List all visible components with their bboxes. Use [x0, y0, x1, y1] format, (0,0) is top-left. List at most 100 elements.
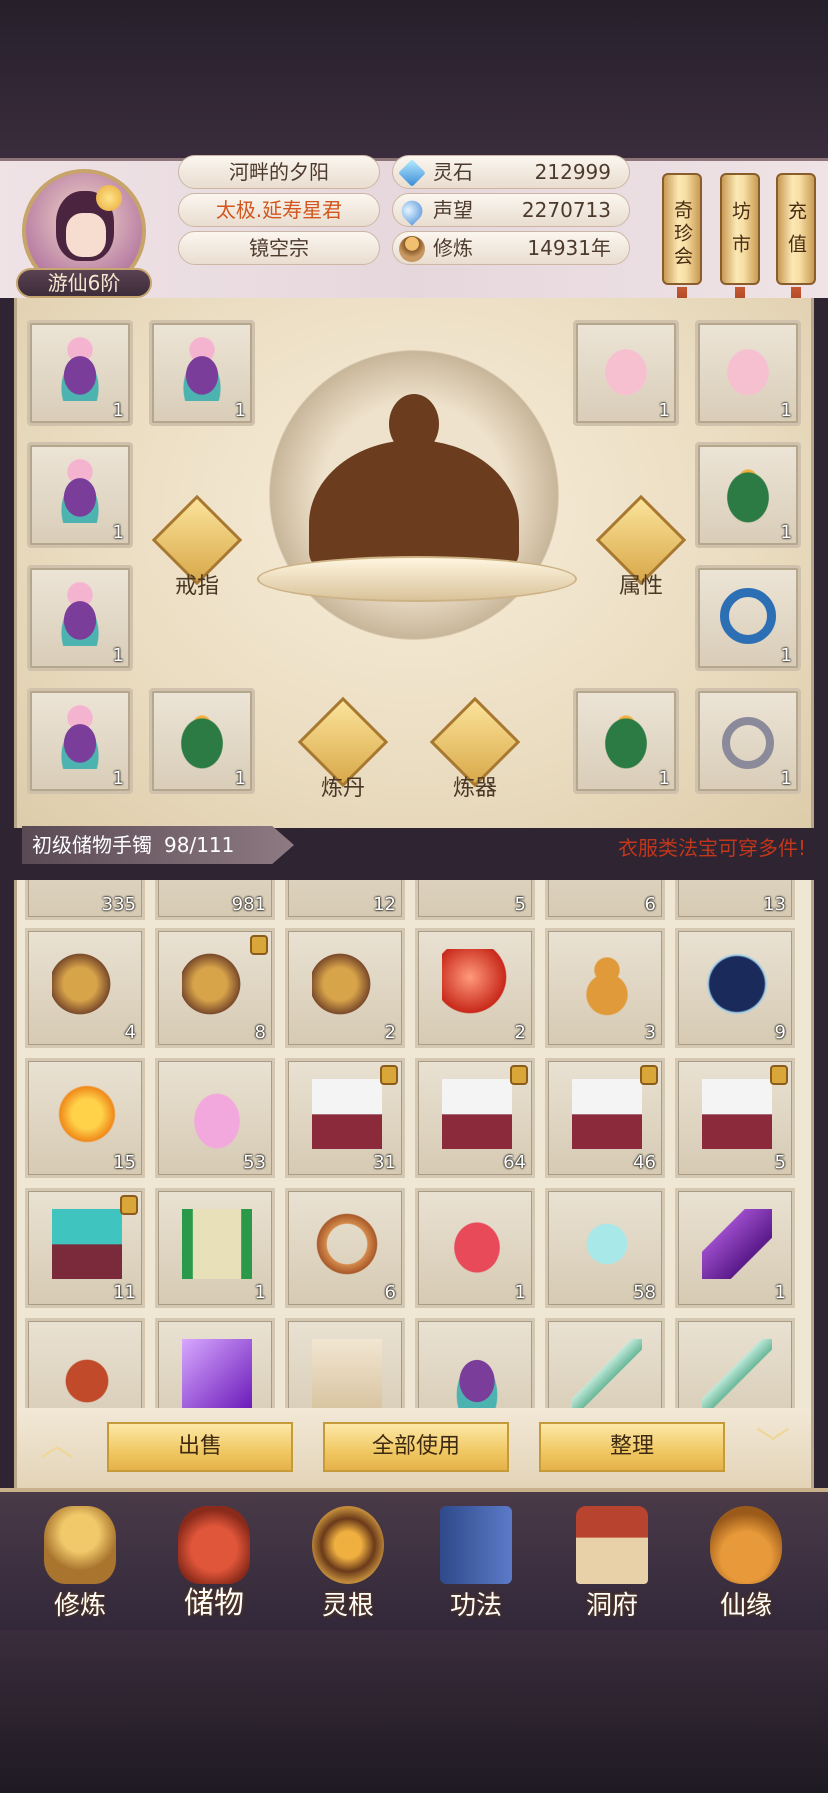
- item-count: 2: [514, 1022, 526, 1043]
- use-all-button[interactable]: 全部使用: [323, 1422, 509, 1472]
- purple-robe-icon: [48, 459, 112, 523]
- teapot-icon: [52, 1339, 122, 1408]
- inventory-cell[interactable]: 6: [285, 1188, 405, 1308]
- nav-cave-house[interactable]: 洞府: [552, 1502, 672, 1628]
- inventory-cell[interactable]: [545, 1318, 665, 1408]
- nav-storage[interactable]: 储物: [154, 1502, 274, 1628]
- purple-robe-icon: [170, 337, 234, 401]
- recharge-button[interactable]: 充值: [776, 173, 816, 285]
- equip-slot-left-1[interactable]: 1: [27, 320, 133, 426]
- item-count: 335: [101, 894, 136, 915]
- item-count: 3: [644, 1022, 656, 1043]
- item-count: 1: [780, 645, 792, 666]
- equip-slot-right-3[interactable]: 1: [695, 442, 801, 548]
- treasure-auction-button[interactable]: 奇珍会: [662, 173, 702, 285]
- equip-slot-left-6[interactable]: 1: [149, 688, 255, 794]
- inventory-cell[interactable]: 5: [675, 1058, 795, 1178]
- equip-slot-left-4[interactable]: 1: [27, 565, 133, 671]
- bag-capacity-bar[interactable]: 初级储物手镯 98/111: [22, 826, 294, 864]
- inventory-cell[interactable]: 5: [415, 880, 535, 920]
- inventory-cell[interactable]: [25, 1318, 145, 1408]
- inventory-cell[interactable]: 1: [675, 1188, 795, 1308]
- inventory-cell[interactable]: 4: [25, 928, 145, 1048]
- item-count: 5: [514, 894, 526, 915]
- stat-value: 14931年: [527, 236, 611, 260]
- equip-slot-left-3[interactable]: 1: [27, 442, 133, 548]
- alchemy-label: 炼丹: [320, 776, 365, 801]
- stat-prestige: 声望 2270713: [392, 193, 630, 227]
- item-count: 1: [234, 400, 246, 421]
- inventory-cell[interactable]: 2: [415, 928, 535, 1048]
- technique-book-icon: [440, 1506, 512, 1584]
- inventory-cell[interactable]: 6: [545, 880, 665, 920]
- inventory-cell[interactable]: 31: [285, 1058, 405, 1178]
- inventory-cell[interactable]: 3: [545, 928, 665, 1048]
- purple-crystal-icon: [702, 1209, 772, 1279]
- inventory-cell[interactable]: 981: [155, 880, 275, 920]
- scroll-bundle-icon: [312, 949, 382, 1019]
- equip-slot-right-6[interactable]: 1: [695, 688, 801, 794]
- inventory-cell[interactable]: [155, 1318, 275, 1408]
- green-robe-icon: [716, 459, 780, 523]
- inventory-cell[interactable]: 15: [25, 1058, 145, 1178]
- inventory-cell[interactable]: 12: [285, 880, 405, 920]
- equip-slot-right-5[interactable]: 1: [573, 688, 679, 794]
- item-count: 1: [112, 522, 124, 543]
- equip-slot-right-2[interactable]: 1: [695, 320, 801, 426]
- inventory-cell[interactable]: [285, 1318, 405, 1408]
- cave-house-icon: [576, 1506, 648, 1584]
- inventory-cell[interactable]: 9: [675, 928, 795, 1048]
- lock-icon: [770, 1065, 788, 1085]
- equip-notice: 衣服类法宝可穿多件!: [617, 836, 806, 860]
- equip-slot-left-5[interactable]: 1: [27, 688, 133, 794]
- amber-gem-icon: [52, 1079, 122, 1149]
- inventory-cell[interactable]: 64: [415, 1058, 535, 1178]
- scroll-bundle-icon: [182, 949, 252, 1019]
- nav-fate[interactable]: 仙缘: [686, 1502, 806, 1628]
- item-count: 1: [234, 768, 246, 789]
- item-count: 13: [763, 894, 786, 915]
- lock-icon: [380, 1065, 398, 1085]
- nav-label: 功法: [449, 1591, 502, 1621]
- item-count: 2: [384, 1022, 396, 1043]
- inventory-cell[interactable]: 2: [285, 928, 405, 1048]
- stat-label: 修炼: [433, 236, 473, 260]
- item-count: 1: [112, 645, 124, 666]
- inventory-cell[interactable]: 335: [25, 880, 145, 920]
- inventory-cell[interactable]: 1: [155, 1188, 275, 1308]
- inventory-cell[interactable]: 58: [545, 1188, 665, 1308]
- equip-slot-right-1[interactable]: 1: [573, 320, 679, 426]
- avatar-face: [66, 213, 106, 257]
- item-count: 1: [112, 400, 124, 421]
- sort-button[interactable]: 整理: [539, 1422, 725, 1472]
- green-robe-icon: [170, 705, 234, 769]
- inventory-cell[interactable]: [415, 1318, 535, 1408]
- market-button[interactable]: 坊市: [720, 173, 760, 285]
- nav-cultivation[interactable]: 修炼: [20, 1502, 140, 1628]
- inventory-cell[interactable]: 46: [545, 1058, 665, 1178]
- star-disc-icon: [702, 949, 772, 1019]
- sell-button[interactable]: 出售: [107, 1422, 293, 1472]
- item-count: 1: [774, 1282, 786, 1303]
- equip-slot-left-2[interactable]: 1: [149, 320, 255, 426]
- nav-technique[interactable]: 功法: [416, 1502, 536, 1628]
- inventory-cell[interactable]: 11: [25, 1188, 145, 1308]
- item-count: 5: [774, 1152, 786, 1173]
- green-robe-icon: [594, 705, 658, 769]
- cloud-charm-icon: [572, 1209, 642, 1279]
- bottom-nav: 修炼 储物 灵根 功法 洞府 仙缘: [0, 1488, 828, 1630]
- chevron-down-icon[interactable]: ﹀: [747, 1428, 799, 1462]
- inventory-cell[interactable]: 53: [155, 1058, 275, 1178]
- nav-spirit-root[interactable]: 灵根: [288, 1502, 408, 1628]
- chevron-up-icon[interactable]: ︿: [31, 1428, 83, 1462]
- inventory-cell[interactable]: 8: [155, 928, 275, 1048]
- jade-sword-icon: [702, 1339, 772, 1408]
- inventory-grid[interactable]: 335 981 12 5 6 13 4 8 2 2 3 9 15 53 31 64 46 5 11 1 6 1…: [14, 880, 814, 1408]
- inventory-cell[interactable]: 13: [675, 880, 795, 920]
- stat-value: 2270713: [521, 198, 611, 222]
- player-title[interactable]: 太极.延寿星君: [178, 193, 380, 227]
- equip-slot-right-4[interactable]: 1: [695, 565, 801, 671]
- inventory-cell[interactable]: [675, 1318, 795, 1408]
- pink-robe-icon: [716, 337, 780, 401]
- inventory-cell[interactable]: 1: [415, 1188, 535, 1308]
